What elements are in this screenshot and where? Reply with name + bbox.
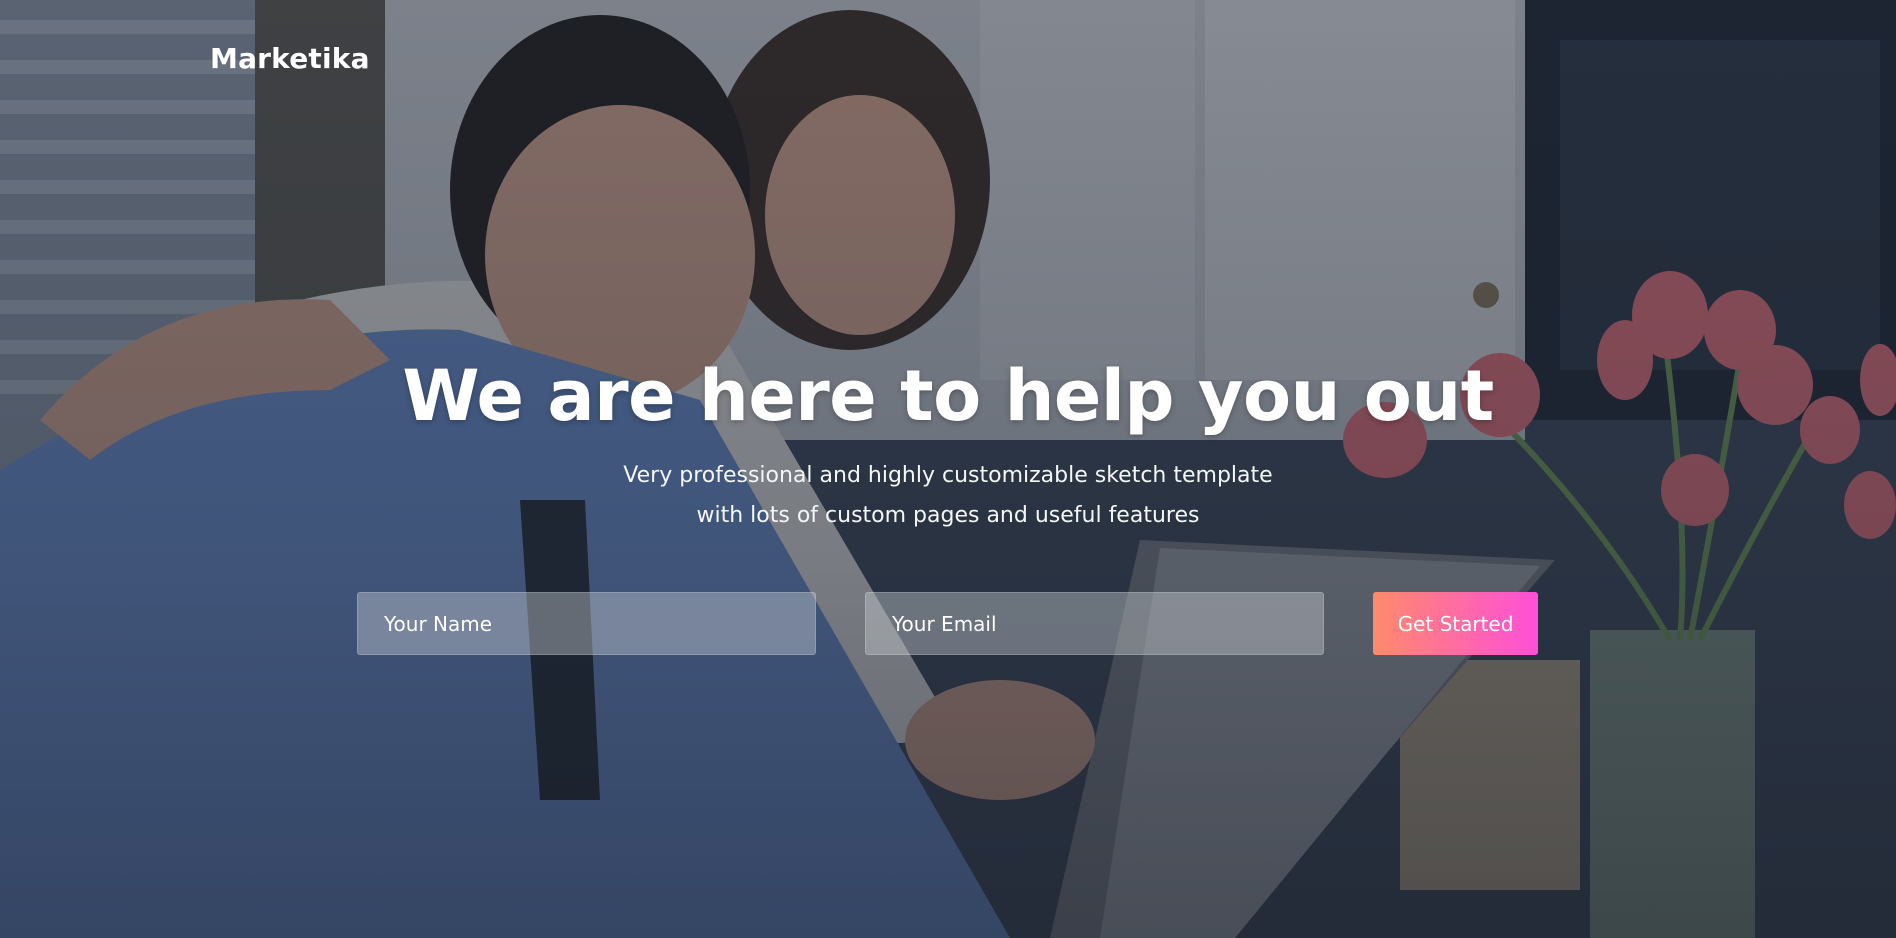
- brand-logo[interactable]: Marketika: [210, 42, 370, 75]
- hero-subline-1: Very professional and highly customizabl…: [623, 463, 1273, 488]
- name-input[interactable]: [357, 592, 816, 655]
- hero-subline-2: with lots of custom pages and useful fea…: [696, 503, 1200, 528]
- hero-headline: We are here to help you out: [402, 355, 1494, 437]
- get-started-button[interactable]: Get Started: [1373, 592, 1538, 655]
- email-input[interactable]: [865, 592, 1324, 655]
